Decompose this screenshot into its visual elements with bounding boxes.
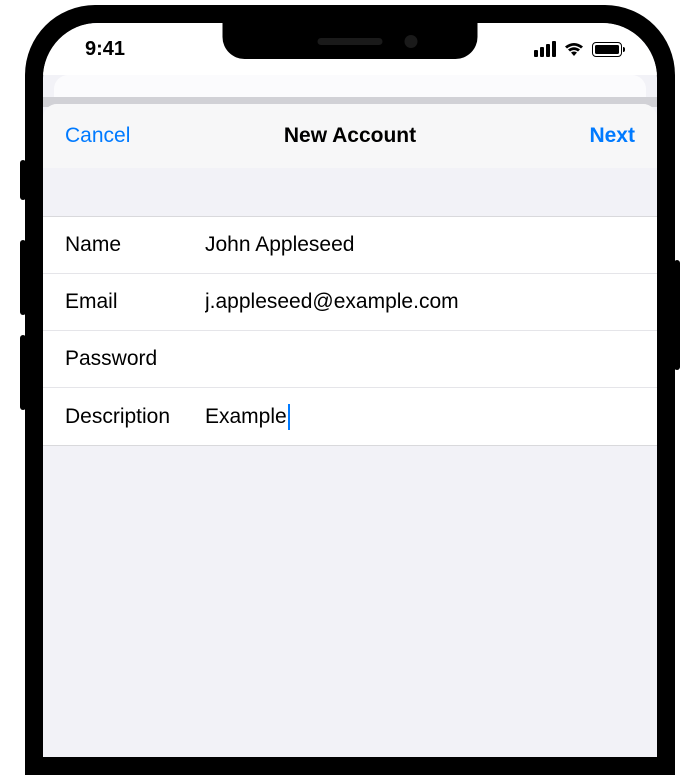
phone-frame: 9:41 Cancel New Account Next bbox=[25, 5, 675, 775]
cellular-icon bbox=[534, 41, 556, 57]
background-sheet bbox=[54, 75, 646, 97]
status-right bbox=[534, 41, 622, 57]
wifi-icon bbox=[563, 41, 585, 57]
battery-icon bbox=[592, 42, 622, 57]
status-time: 9:41 bbox=[85, 38, 125, 61]
notch bbox=[223, 23, 478, 59]
description-field[interactable]: Example bbox=[205, 404, 635, 430]
password-field[interactable] bbox=[205, 347, 635, 371]
new-account-modal: Cancel New Account Next Name Email Passw… bbox=[43, 104, 657, 757]
camera-icon bbox=[405, 35, 418, 48]
email-row: Email bbox=[43, 274, 657, 331]
password-row: Password bbox=[43, 331, 657, 388]
name-field[interactable] bbox=[205, 233, 635, 257]
password-label: Password bbox=[65, 347, 205, 371]
email-field[interactable] bbox=[205, 290, 635, 314]
description-value: Example bbox=[205, 405, 287, 429]
name-row: Name bbox=[43, 217, 657, 274]
volume-up-button bbox=[20, 240, 26, 315]
cancel-button[interactable]: Cancel bbox=[65, 124, 145, 148]
next-button[interactable]: Next bbox=[555, 124, 635, 148]
volume-down-button bbox=[20, 335, 26, 410]
description-row: Description Example bbox=[43, 388, 657, 445]
screen: 9:41 Cancel New Account Next bbox=[43, 23, 657, 757]
mute-switch bbox=[20, 160, 26, 200]
description-label: Description bbox=[65, 405, 205, 429]
speaker-icon bbox=[318, 38, 383, 45]
name-label: Name bbox=[65, 233, 205, 257]
text-cursor-icon bbox=[288, 404, 291, 430]
email-label: Email bbox=[65, 290, 205, 314]
modal-header: Cancel New Account Next bbox=[43, 104, 657, 168]
power-button bbox=[674, 260, 680, 370]
account-form: Name Email Password Description Example bbox=[43, 216, 657, 446]
modal-title: New Account bbox=[284, 124, 416, 148]
